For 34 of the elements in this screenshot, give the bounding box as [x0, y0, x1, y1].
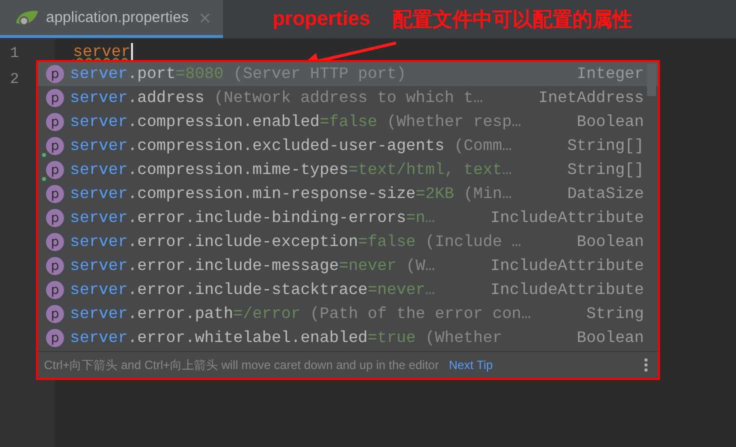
line-number: 2	[9, 70, 20, 90]
completion-item[interactable]: p server.error.whitelabel.enabled=true (Whether Boolean	[38, 326, 658, 350]
code-text: server	[73, 42, 131, 63]
annotation-label: properties	[272, 8, 370, 30]
completion-item[interactable]: p server.compression.excluded-user-agents (Comm… String[]	[38, 134, 658, 158]
property-icon: p	[46, 257, 64, 275]
property-icon: p	[46, 329, 64, 347]
completion-item[interactable]: p server.error.include-binding-errors=n… IncludeAttribute	[38, 206, 658, 230]
completion-item[interactable]: p server.error.include-exception=false (Include … Boolean	[38, 230, 658, 254]
text-caret	[130, 43, 133, 61]
completion-item[interactable]: p server.error.include-message=never (W… IncludeAttribute	[38, 254, 658, 278]
line-number: 1	[9, 44, 20, 64]
completion-item[interactable]: p server.compression.mime-types=text/html, text… String[]	[38, 158, 658, 182]
completion-item[interactable]: p server.error.include-stacktrace=never… IncludeAttribute	[38, 278, 658, 302]
completion-item[interactable]: p server.compression.min-response-size=2KB (Min… DataSize	[38, 182, 658, 206]
property-icon: p	[46, 185, 64, 203]
property-icon: p	[46, 305, 64, 323]
property-icon: p	[46, 89, 64, 107]
leaf-icon	[14, 8, 40, 26]
next-tip-link[interactable]: Next Tip	[448, 358, 493, 372]
file-tab[interactable]: application.properties	[0, 0, 223, 38]
property-icon: p	[46, 233, 64, 251]
property-icon: p	[46, 281, 64, 299]
completion-item[interactable]: p server.address (Network address to which t… InetAddress	[38, 86, 658, 110]
hint-text: Ctrl+向下箭头 and Ctrl+向上箭头 will move caret down and up in the editor	[44, 356, 439, 374]
property-icon: p	[46, 113, 64, 131]
completion-item[interactable]: p server.compression.enabled=false (Whether resp… Boolean	[38, 110, 658, 134]
completion-item[interactable]: p server.error.path=/error (Path of the error con… String	[38, 302, 658, 326]
close-icon[interactable]	[198, 12, 211, 24]
annotation-text: 配置文件中可以配置的属性	[392, 8, 632, 32]
property-icon: p	[46, 209, 64, 227]
more-icon[interactable]	[644, 358, 648, 372]
scrollbar-thumb[interactable]	[647, 64, 656, 96]
property-icon: p	[46, 65, 64, 83]
